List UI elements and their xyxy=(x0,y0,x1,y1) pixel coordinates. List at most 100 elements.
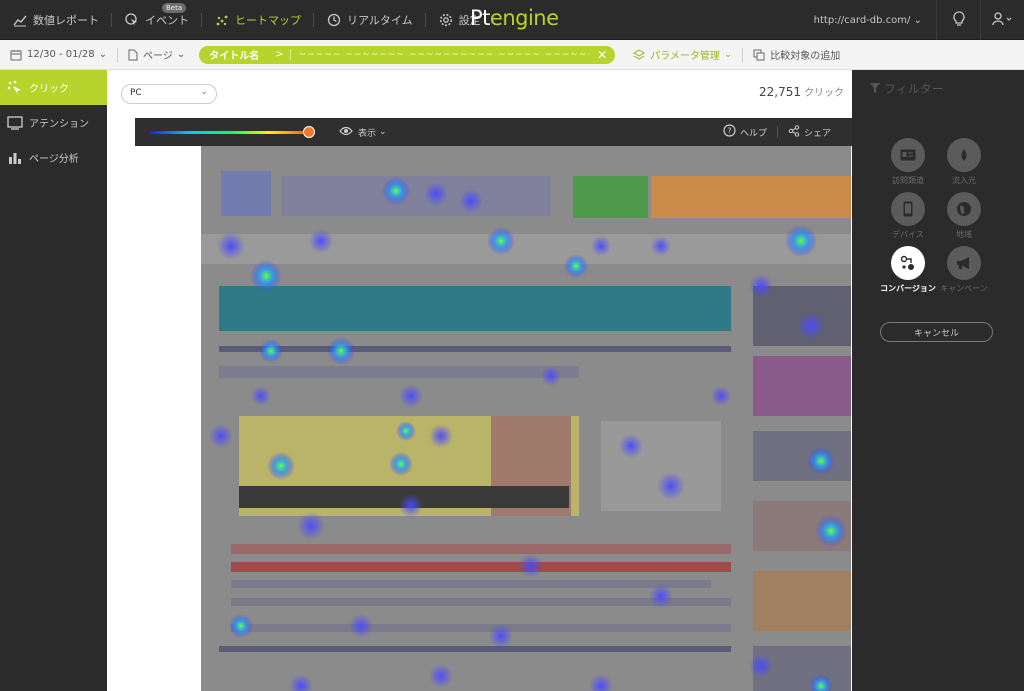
sidebar-item-label: クリック xyxy=(29,84,69,95)
heatmap-dots-icon xyxy=(214,12,230,28)
megaphone-icon xyxy=(947,246,981,280)
filter-conversion[interactable]: コンバージョン xyxy=(880,246,936,294)
sidebar-item-label: ページ分析 xyxy=(29,154,79,165)
sidebar-item-click[interactable]: クリック xyxy=(0,70,107,105)
hint-button[interactable] xyxy=(936,0,980,40)
filter-region[interactable]: 地域 xyxy=(936,192,992,240)
add-comparison-button[interactable]: 比較対象の追加 xyxy=(743,40,850,70)
mobile-icon xyxy=(891,192,925,226)
sidebar-item-attention[interactable]: アテンション xyxy=(0,105,107,140)
calendar-icon xyxy=(10,49,22,61)
filter-device[interactable]: デバイス xyxy=(880,192,936,240)
line-chart-icon xyxy=(12,12,28,28)
eye-icon xyxy=(339,126,353,139)
chevron-down-icon: ⌄ xyxy=(913,14,922,26)
document-icon xyxy=(128,49,138,61)
device-select[interactable]: PC ⌄ xyxy=(121,84,217,104)
filter-visit-type[interactable]: 訪問類道 xyxy=(880,138,936,186)
svg-text:?: ? xyxy=(727,127,731,136)
cancel-button[interactable]: キャンセル xyxy=(880,322,993,342)
click-dots-icon xyxy=(6,80,24,96)
parameter-management-label: パラメータ管理 xyxy=(650,51,720,62)
heatmap-overlay xyxy=(201,146,851,691)
ptengine-logo: Ptengine xyxy=(470,6,559,30)
share-icon xyxy=(788,124,800,140)
user-menu-button[interactable] xyxy=(980,0,1024,40)
click-count-unit: クリック xyxy=(804,88,844,99)
page-selector[interactable]: ページ ⌄ xyxy=(118,40,195,70)
view-toggle[interactable]: 表示 ⌄ xyxy=(339,126,387,139)
title-filter-pill[interactable]: タイトル名 > ~~~~~ ~~~~~~~ ~~~~~~~~~~ ~~~~~ ~… xyxy=(199,45,616,64)
add-comparison-label: 比較対象の追加 xyxy=(770,51,841,62)
nav-label: イベント xyxy=(145,13,189,27)
intensity-slider[interactable] xyxy=(149,125,315,138)
clock-icon xyxy=(326,12,342,28)
chevron-down-icon: ⌄ xyxy=(98,49,107,60)
site-url: http://card-db.com/ xyxy=(813,14,911,26)
filter-panel: フィルター 訪問類道 流入元 デバイス 地域 コンバージョン キャンペーン キャ… xyxy=(852,70,1024,691)
nav-event[interactable]: イベント Beta xyxy=(112,0,201,40)
help-button[interactable]: ? ヘルプ xyxy=(713,124,777,140)
site-url-select[interactable]: http://card-db.com/ ⌄ xyxy=(800,15,936,26)
top-right-area: http://card-db.com/ ⌄ xyxy=(800,0,1024,40)
logo-engine: engine xyxy=(489,6,559,30)
heatmap-toolbar: 表示 ⌄ ? ヘルプ シェア xyxy=(135,118,852,146)
droplet-icon xyxy=(947,138,981,172)
filter-grid: 訪問類道 流入元 デバイス 地域 コンバージョン キャンペーン xyxy=(880,138,1000,294)
screen-icon xyxy=(6,115,24,131)
chevron-down-icon: ⌄ xyxy=(723,49,733,60)
beta-badge: Beta xyxy=(162,2,187,13)
click-count-value: 22,751 xyxy=(759,85,801,99)
globe-icon xyxy=(947,192,981,226)
filter-icon xyxy=(870,82,880,96)
heatmap-canvas[interactable] xyxy=(135,146,852,691)
filter-label: 流入元 xyxy=(952,176,976,185)
nav-label: リアルタイム xyxy=(347,13,413,27)
conversion-icon xyxy=(891,246,925,280)
gear-icon xyxy=(438,12,454,28)
filter-title: フィルター xyxy=(884,82,944,96)
filter-label: コンバージョン xyxy=(880,284,936,293)
nav-label: ヒートマップ xyxy=(235,13,301,27)
share-button[interactable]: シェア xyxy=(778,124,841,140)
slider-handle[interactable] xyxy=(303,125,315,138)
title-filter-label: タイトル名 xyxy=(209,51,260,62)
top-nav: 数値レポート イベント Beta ヒートマップ リアルタイム 設定 Ptengi… xyxy=(0,0,1024,40)
clear-title-filter-button[interactable]: ✕ xyxy=(589,48,615,62)
view-label: 表示 xyxy=(358,128,377,139)
chevron-down-icon: ⌄ xyxy=(200,87,208,97)
share-label: シェア xyxy=(803,128,831,139)
filter-label: キャンペーン xyxy=(940,284,988,293)
sidebar-item-page-analysis[interactable]: ページ分析 xyxy=(0,140,107,175)
sidebar-item-label: アテンション xyxy=(29,119,89,130)
lightbulb-icon xyxy=(952,10,966,30)
nav-heatmap[interactable]: ヒートマップ xyxy=(202,0,313,40)
title-filter-value: ~~~~~ ~~~~~~~ ~~~~~~~~~~ ~~~~~ ~~~~~~~~ xyxy=(298,49,590,60)
date-range-value: 12/30 - 01/28 xyxy=(27,49,95,60)
compare-icon xyxy=(753,49,765,61)
nav-numeric-report[interactable]: 数値レポート xyxy=(0,0,111,40)
bar-chart-icon xyxy=(6,150,24,166)
filter-campaign[interactable]: キャンペーン xyxy=(936,246,992,294)
page-screenshot xyxy=(201,146,851,691)
sidebar: クリック アテンション ページ分析 xyxy=(0,70,107,691)
nav-realtime[interactable]: リアルタイム xyxy=(314,0,425,40)
filter-referrer[interactable]: 流入元 xyxy=(936,138,992,186)
heatmap-main: PC ⌄ 22,751 クリック 表示 ⌄ ? ヘルプ シェア xyxy=(107,70,852,691)
nav-label: 数値レポート xyxy=(33,13,99,27)
filter-label: 地域 xyxy=(956,230,972,239)
click-count: 22,751 クリック xyxy=(759,84,844,99)
chevron-right-icon: > xyxy=(269,49,291,60)
toolbar-right: ? ヘルプ シェア xyxy=(713,124,841,140)
chevron-down-icon: ⌄ xyxy=(379,127,387,137)
filter-label: 訪問類道 xyxy=(892,176,924,185)
layers-icon xyxy=(633,48,646,61)
page-label: ページ xyxy=(143,51,173,62)
filter-bar: 12/30 - 01/28 ⌄ ページ ⌄ タイトル名 > ~~~~~ ~~~~… xyxy=(0,40,1024,70)
help-label: ヘルプ xyxy=(739,128,767,139)
date-range-picker[interactable]: 12/30 - 01/28 ⌄ xyxy=(0,40,117,70)
device-value: PC xyxy=(130,88,142,98)
parameter-management[interactable]: パラメータ管理 ⌄ xyxy=(623,40,742,70)
filter-header: フィルター xyxy=(870,80,944,97)
user-icon xyxy=(991,11,1014,29)
